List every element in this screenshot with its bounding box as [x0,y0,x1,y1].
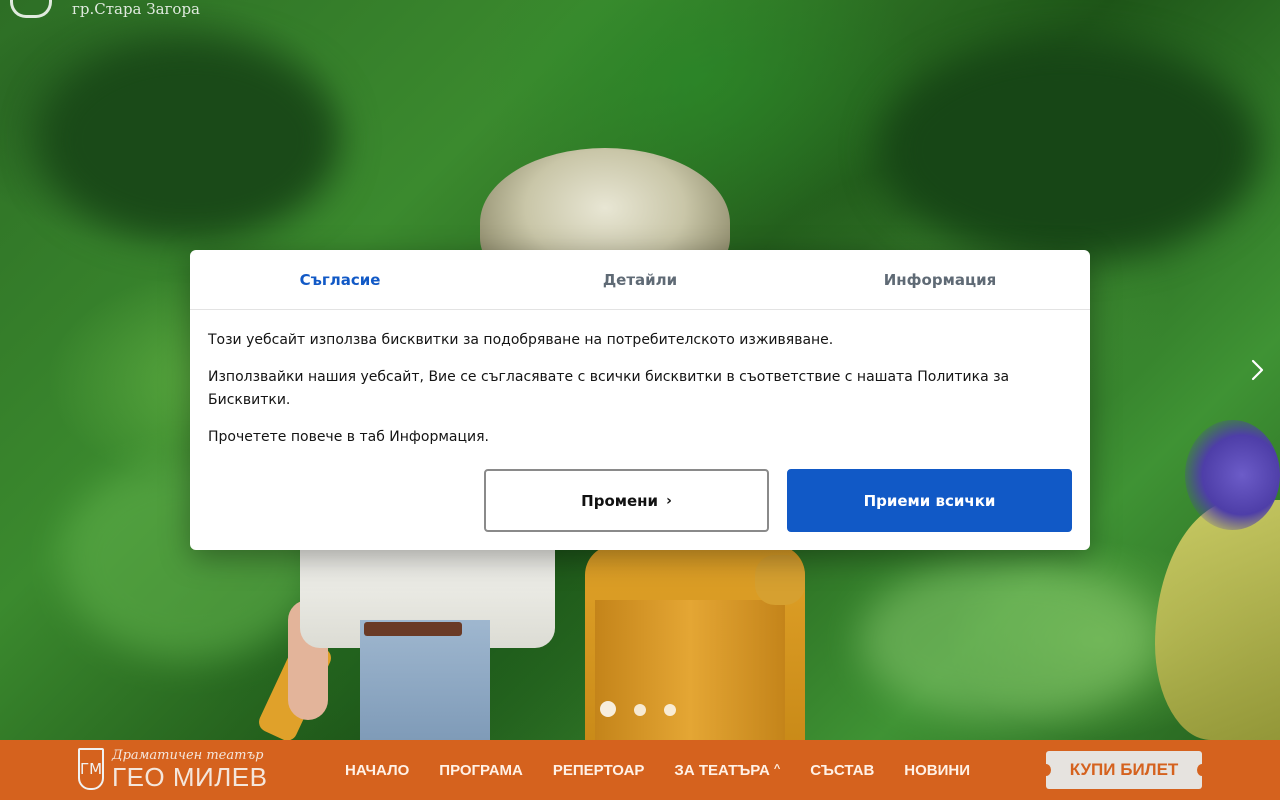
slider-next-button[interactable] [1246,356,1270,384]
nav-link-cast[interactable]: СЪСТАВ [810,762,874,779]
slider-dots [600,701,676,717]
tab-consent[interactable]: Съгласие [190,250,490,309]
cookie-text-policy: Използвайки нашия уебсайт, Вие се съглас… [208,369,1010,408]
costume-yellow-legs [595,600,785,740]
logo-name: ГЕО МИЛЕВ [112,762,268,792]
cookie-body: Този уебсайт използва бисквитки за подоб… [190,310,1090,449]
buy-ticket-button[interactable]: КУПИ БИЛЕТ [1041,751,1207,789]
nav-logo-text: Драматичен театър ГЕО МИЛЕВ [112,748,267,790]
nav-links: НАЧАЛО ПРОГРАМА РЕПЕРТОАР ЗА ТЕАТЪРА ^ С… [345,740,1000,800]
actor-shorts [360,620,490,740]
top-logo[interactable]: гр.Стара Загора [10,0,200,18]
theatre-logo-icon [10,0,52,18]
slider-dot-1[interactable] [600,701,616,717]
nav-link-repertoire[interactable]: РЕПЕРТОАР [553,762,645,779]
hero-light-blob [860,560,1160,720]
slider-dot-3[interactable] [664,703,676,716]
cookie-consent-dialog: Съгласие Детайли Информация Този уебсайт… [190,250,1090,550]
cookie-actions: Промени › Приеми всички [484,469,1072,532]
costume-flower-body [1155,500,1280,740]
nav-link-about-label: ЗА ТЕАТЪРА [674,761,770,779]
nav-link-program[interactable]: ПРОГРАМА [439,762,523,779]
actor-belt [364,622,462,636]
costume-flower-head [1185,420,1280,530]
change-button-label: Промени [581,491,659,510]
cookie-text-more: Прочетете повече в таб Информация. [208,429,489,445]
tab-details[interactable]: Детайли [490,250,790,309]
city-label: гр.Стара Загора [72,0,200,18]
nav-link-news[interactable]: НОВИНИ [904,762,970,779]
hero-shadow-blob [40,40,340,240]
hero-shadow-blob [880,40,1260,260]
nav-link-home[interactable]: НАЧАЛО [345,762,409,779]
cookie-tabs: Съгласие Детайли Информация [190,250,1090,310]
tab-information[interactable]: Информация [790,250,1090,309]
main-navigation: ГМ Драматичен театър ГЕО МИЛЕВ НАЧАЛО ПР… [0,740,1280,800]
cookie-text-intro: Този уебсайт използва бисквитки за подоб… [208,332,834,348]
accept-all-button[interactable]: Приеми всички [787,469,1072,532]
nav-logo[interactable]: ГМ Драматичен театър ГЕО МИЛЕВ [78,748,267,790]
chevron-up-icon: ^ [773,763,781,775]
slider-dot-2[interactable] [634,703,646,716]
costume-glove [755,555,805,605]
theatre-logo-icon: ГМ [78,748,104,790]
nav-link-about[interactable]: ЗА ТЕАТЪРА ^ [674,762,780,779]
chevron-right-icon: › [666,492,672,509]
change-button[interactable]: Промени › [484,469,769,532]
chevron-right-icon [1251,359,1264,381]
